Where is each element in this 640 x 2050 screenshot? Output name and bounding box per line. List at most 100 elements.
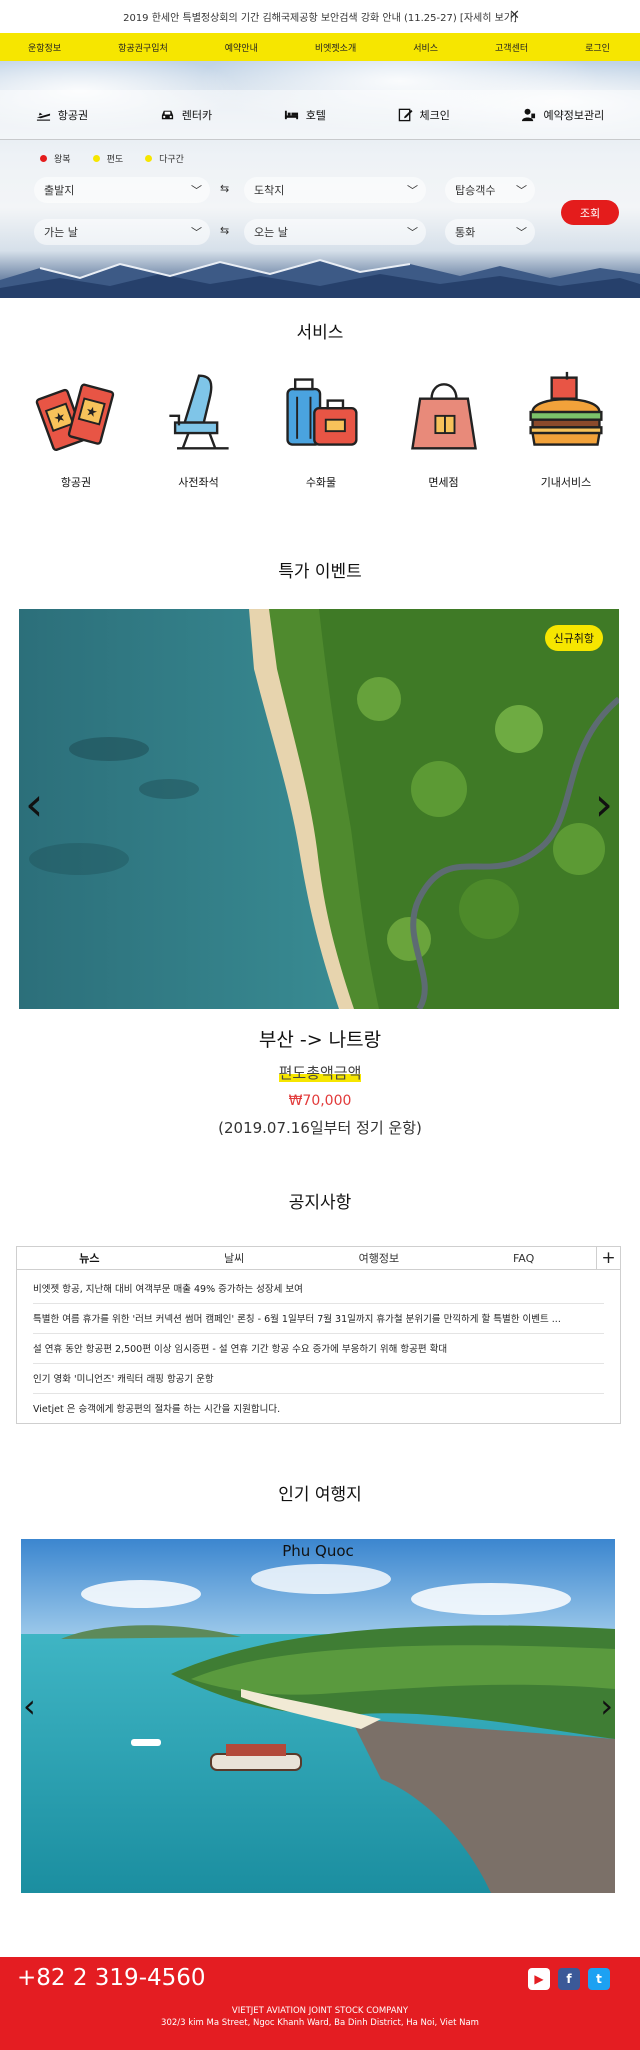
nav-ticket-outlets[interactable]: 항공권구입처 <box>118 41 168 54</box>
close-icon[interactable]: ✕ <box>509 8 520 23</box>
nav-services[interactable]: 서비스 <box>413 41 438 54</box>
depart-date-placeholder: 가는 날 <box>44 226 78 239</box>
tab-checkin-label: 체크인 <box>419 108 450 122</box>
radio-multi-city[interactable]: 다구간 <box>145 152 184 165</box>
tab-travel-info[interactable]: 여행정보 <box>307 1247 452 1269</box>
list-item[interactable]: 특별한 여름 휴가를 위한 '러브 커넥션 썸머 캠페인' 론칭 - 6월 1일… <box>33 1304 604 1334</box>
footer-address: 302/3 kim Ma Street, Ngoc Khanh Ward, Ba… <box>161 2018 479 2028</box>
footer-phone[interactable]: +82 2 319-4560 <box>17 1965 206 1991</box>
service-ticket-label: 항공권 <box>60 476 92 489</box>
tab-faq[interactable]: FAQ <box>451 1247 596 1269</box>
radio-one-way-label: 편도 <box>106 155 124 165</box>
service-inflight[interactable]: 기내서비스 <box>520 370 612 490</box>
list-item[interactable]: Vietjet 은 승객에게 항공편의 절차를 하는 시간을 지원합니다. <box>33 1394 604 1423</box>
destinations-title: 인기 여행지 <box>278 1485 362 1505</box>
luggage-icon <box>286 378 358 446</box>
swap-icon[interactable]: ⇆ <box>220 224 229 237</box>
tab-news[interactable]: 뉴스 <box>17 1247 162 1269</box>
plus-icon[interactable]: + <box>596 1247 620 1269</box>
ticket-icon: ★ ★ <box>35 383 115 452</box>
mountain-background <box>0 258 640 298</box>
tab-checkin[interactable]: 체크인 <box>398 107 450 123</box>
currency-select[interactable]: 통화 ﹀ <box>445 219 535 245</box>
notice-title: 공지사항 <box>288 1193 352 1213</box>
booking-tabs: 항공권 렌터카 호텔 체크인 예약정보관리 <box>0 90 640 140</box>
notice-tabs: 뉴스 날씨 여행정보 FAQ + <box>17 1247 620 1270</box>
radio-dot <box>92 155 100 162</box>
tab-rentcar[interactable]: 렌터카 <box>160 107 212 123</box>
notice-board: 뉴스 날씨 여행정보 FAQ + 비엣젯 항공, 지난해 대비 여객부문 매출 … <box>16 1246 621 1424</box>
swap-icon[interactable]: ⇆ <box>220 182 229 195</box>
footer-company-info: VIETJET AVIATION JOINT STOCK COMPANY 302… <box>0 2005 640 2029</box>
chevron-down-icon: ﹀ <box>191 184 202 197</box>
site-footer: +82 2 319-4560 ▶ f t VIETJET AVIATION JO… <box>0 1957 640 2050</box>
edit-icon <box>398 108 413 122</box>
chevron-left-icon[interactable]: ‹ <box>23 1687 36 1725</box>
booking-hero: 항공권 렌터카 호텔 체크인 예약정보관리 왕복 편도 다구간 출발지 ﹀ ⇆ … <box>0 61 640 298</box>
event-fare-label: 편도총액금액 <box>278 1064 362 1082</box>
event-title: 특가 이벤트 <box>278 562 362 582</box>
search-button[interactable]: 조회 <box>561 200 619 225</box>
chevron-right-icon[interactable]: › <box>600 1687 613 1725</box>
list-item[interactable]: 인기 영화 '미니언즈' 캐릭터 래핑 항공기 운항 <box>33 1364 604 1394</box>
radio-multi-city-label: 다구간 <box>159 155 184 165</box>
services-list: ★ ★ 항공권 사전좌석 수화물 면세점 기내서비스 <box>0 370 640 490</box>
tab-hotel-label: 호텔 <box>305 108 326 122</box>
service-ticket[interactable]: ★ ★ 항공권 <box>30 370 122 490</box>
chevron-right-icon[interactable]: › <box>595 777 613 831</box>
nav-flight-info[interactable]: 운항정보 <box>28 41 61 54</box>
destination-select[interactable]: 도착지 ﹀ <box>244 177 426 203</box>
origin-placeholder: 출발지 <box>44 184 75 197</box>
list-item[interactable]: 비엣젯 항공, 지난해 대비 여객부문 매출 49% 증가하는 성장세 보여 <box>33 1274 604 1304</box>
service-seat[interactable]: 사전좌석 <box>153 370 245 490</box>
user-icon <box>522 108 536 122</box>
twitter-icon[interactable]: t <box>588 1968 610 1990</box>
nav-login[interactable]: 로그인 <box>585 41 610 54</box>
tab-hotel[interactable]: 호텔 <box>284 107 326 123</box>
service-duty-free[interactable]: 면세점 <box>398 370 490 490</box>
event-price: ₩70,000 <box>288 1093 352 1109</box>
event-info: 부산 -> 나트랑 편도총액금액 ₩70,000 (2019.07.16일부터 … <box>0 1025 640 1138</box>
chevron-down-icon: ﹀ <box>407 226 418 239</box>
event-slider[interactable]: 신규취항 ‹ › <box>19 609 619 1009</box>
tab-manage-booking-label: 예약정보관리 <box>543 108 605 122</box>
event-fare-label-wrapper: 편도총액금액 <box>0 1062 640 1083</box>
announcement-bar: 2019 한세안 특별정상회의 기간 김해국제공항 보안검색 강화 안내 (11… <box>0 0 640 33</box>
event-route: 부산 -> 나트랑 <box>258 1029 382 1051</box>
return-date-field[interactable]: 오는 날 ﹀ <box>244 219 426 245</box>
seat-icon <box>168 374 229 450</box>
radio-one-way[interactable]: 편도 <box>92 152 124 165</box>
tab-flight[interactable]: 항공권 <box>36 107 88 123</box>
announcement-text[interactable]: 2019 한세안 특별정상회의 기간 김해국제공항 보안검색 강화 안내 (11… <box>123 9 517 24</box>
facebook-icon[interactable]: f <box>558 1968 580 1990</box>
nav-about[interactable]: 비엣젯소개 <box>315 41 356 54</box>
bed-icon <box>284 110 298 120</box>
burger-drink-icon <box>529 371 603 446</box>
return-date-placeholder: 오는 날 <box>254 226 288 239</box>
airplane-icon <box>36 112 50 121</box>
radio-round-trip[interactable]: 왕복 <box>40 152 71 165</box>
nav-booking-guide[interactable]: 예약안내 <box>225 41 258 54</box>
tab-flight-label: 항공권 <box>57 108 89 122</box>
radio-round-trip-label: 왕복 <box>54 155 71 165</box>
youtube-icon[interactable]: ▶ <box>528 1968 550 1990</box>
service-duty-free-label: 면세점 <box>428 476 459 489</box>
origin-select[interactable]: 출발지 ﹀ <box>34 177 210 203</box>
tab-weather[interactable]: 날씨 <box>162 1247 307 1269</box>
notice-list: 비엣젯 항공, 지난해 대비 여객부문 매출 49% 증가하는 성장세 보여 특… <box>17 1270 620 1423</box>
radio-dot <box>40 155 47 162</box>
list-item[interactable]: 설 연휴 동안 항공편 2,500편 이상 임시증편 - 설 연휴 기간 항공 … <box>33 1334 604 1364</box>
event-coast-image <box>19 609 619 1009</box>
social-links: ▶ f t <box>528 1968 610 1990</box>
chevron-down-icon: ﹀ <box>191 226 202 239</box>
destination-placeholder: 도착지 <box>254 184 285 197</box>
nav-customer-center[interactable]: 고객센터 <box>495 41 528 54</box>
service-inflight-label: 기내서비스 <box>540 476 592 489</box>
car-icon <box>161 110 173 120</box>
chevron-left-icon[interactable]: ‹ <box>25 777 43 831</box>
passengers-select[interactable]: 탑승객수 ﹀ <box>445 177 535 203</box>
service-baggage[interactable]: 수화물 <box>275 370 367 490</box>
tab-manage-booking[interactable]: 예약정보관리 <box>521 107 604 123</box>
depart-date-field[interactable]: 가는 날 ﹀ <box>34 219 210 245</box>
destination-slider[interactable]: Phu Quoc ‹ › <box>21 1539 615 1893</box>
